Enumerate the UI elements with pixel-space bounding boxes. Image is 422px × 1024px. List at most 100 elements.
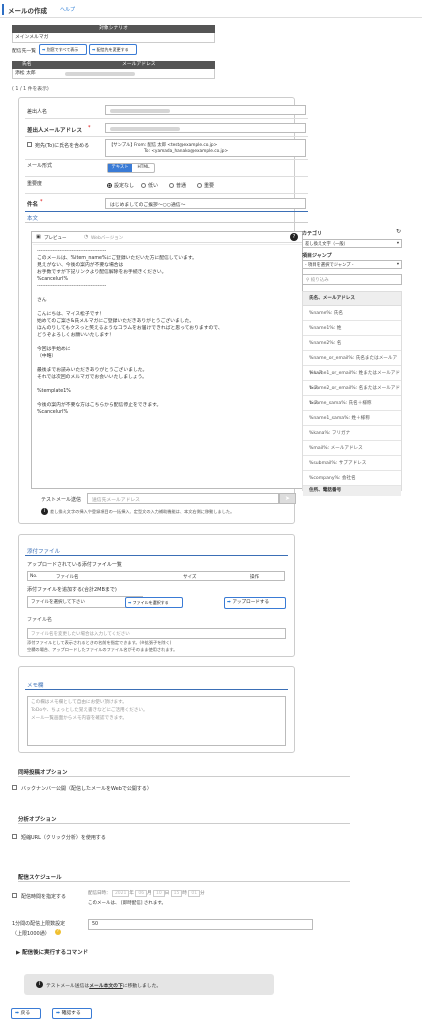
per-min-input[interactable]: 50 xyxy=(88,919,313,930)
format-text-option[interactable]: テキスト xyxy=(108,164,132,172)
sender-name-label: 差出人名 xyxy=(27,109,48,115)
test-notice-link[interactable]: メール本文の下 xyxy=(89,984,123,989)
body-line: 今回は手始めに xyxy=(37,347,71,352)
datetime-row: 配信日時： 2021 年 06 月 10 日 15 時 01 分 xyxy=(88,890,205,897)
test-send-input[interactable]: 送信先メールアドレス xyxy=(87,493,279,504)
memo-title: メモ欄 xyxy=(27,683,44,689)
confirm-button[interactable]: ➡ 確認する xyxy=(52,1008,92,1019)
insert-list: 氏名、メールアドレス %name%: 氏名 %name1%: 姓 %name2%: … xyxy=(302,291,402,496)
body-line: 最後までお読みいただきありがとうございました。 xyxy=(37,368,148,373)
analysis-title: 分析オプション xyxy=(18,817,57,823)
format-toggle: テキスト HTML xyxy=(107,163,155,173)
after-command-toggle[interactable]: ▶ 配信後に実行するコマンド xyxy=(16,948,88,956)
header-accent-bar xyxy=(2,4,4,15)
body-line: さん xyxy=(37,298,47,303)
hour-select[interactable]: 15 xyxy=(170,890,183,897)
insert-item[interactable]: %name1_sama%: 姓＋様称 xyxy=(303,411,401,426)
per-min-label: 1分間の配信上限数設定 xyxy=(12,921,66,927)
help-icon[interactable]: ? xyxy=(290,233,298,241)
chevron-down-icon: ▾ xyxy=(396,262,399,267)
test-notice-suffix: に移動しました。 xyxy=(122,984,162,989)
upload-button[interactable]: ➡ アップロードする xyxy=(224,597,286,609)
subject-input[interactable]: はじめましてのご挨拶～○○通信～ xyxy=(105,198,306,209)
arrow-right-icon: ➡ xyxy=(42,47,46,52)
sender-name-input[interactable] xyxy=(105,105,306,115)
body-line: このメールは、%item_name%にご登録いただいた方に配信しています。 xyxy=(37,256,197,261)
choose-file-button[interactable]: ➡ ファイルを選択する xyxy=(125,597,183,608)
per-min-sub: （上限1000通） xyxy=(12,931,50,937)
col-file: ファイル名 xyxy=(56,575,79,580)
importance-none-radio[interactable] xyxy=(107,183,112,188)
to-name-checkbox[interactable] xyxy=(27,142,32,147)
insert-item[interactable]: %kana%: フリガナ xyxy=(303,426,401,441)
send-icon[interactable]: ➤ xyxy=(279,493,296,504)
col-no: No. xyxy=(30,574,38,579)
category-select[interactable]: 差し換え文字（一般） ▾ xyxy=(302,239,402,248)
minute-select[interactable]: 01 xyxy=(188,890,201,897)
jump-select[interactable]: - 項目を選択でジャンプ - ▾ xyxy=(302,260,402,269)
category-value: 差し換え文字（一般） xyxy=(305,242,348,247)
insert-item[interactable]: %company%: 会社名 xyxy=(303,471,401,486)
subject-label: 件名 xyxy=(27,202,39,208)
help-icon[interactable]: ? xyxy=(55,929,61,935)
fname-input[interactable]: ファイル名を変更したい場合は入力してください xyxy=(27,628,286,639)
show-all-label: 別窓ですべて表示 xyxy=(46,47,79,52)
format-label: メール形式 xyxy=(27,163,53,169)
col-email: メールアドレス xyxy=(122,62,156,67)
specify-time-checkbox[interactable] xyxy=(12,893,17,898)
change-recipients-button[interactable]: ➡ 配信先を変更する xyxy=(89,44,137,55)
fname-note-1: 添付ファイルとして表示されるときの名前を指定できます。(※拡張子を除く) xyxy=(27,640,172,645)
body-textarea[interactable]: ----------------------------------------… xyxy=(33,244,303,488)
insert-item[interactable]: %name1%: 姓 xyxy=(303,321,401,336)
test-notice-text: テストメール送信はメール本文の下に移動しました。 xyxy=(46,982,161,989)
memo-textarea[interactable]: この欄はメモ欄として自由にお使い頂けます。 ToDoや、ちょっとした覚え書きなど… xyxy=(27,696,286,746)
insert-item[interactable]: %name_sama%: 氏名＋様称 xyxy=(303,396,401,411)
sender-email-input[interactable] xyxy=(105,123,306,133)
sender-email-value xyxy=(110,127,180,131)
preview-button[interactable]: プレビュー xyxy=(44,235,67,241)
help-link[interactable]: ヘルプ xyxy=(60,6,75,13)
insert-items: %name%: 氏名 %name1%: 姓 %name2%: 名 %name_or_e… xyxy=(303,306,401,486)
sample-preview: 【サンプル】 From: 配信 太郎 <test@example.co.jp> … xyxy=(105,139,306,157)
insert-item[interactable]: %submail%: サブアドレス xyxy=(303,456,401,471)
memo-placeholder-2: ToDoや、ちょっとした覚え書きなどにご活用ください。 xyxy=(31,708,148,713)
attach-title: 添付ファイル xyxy=(27,549,61,555)
insert-item[interactable]: %mail%: メールアドレス xyxy=(303,441,401,456)
month-select[interactable]: 06 xyxy=(135,890,148,897)
refresh-icon[interactable]: ↻ xyxy=(396,228,401,235)
back-button[interactable]: ➡ 戻る xyxy=(11,1008,41,1019)
specify-time-label: 配信時間を指定する xyxy=(21,894,67,900)
body-line: %template1% xyxy=(37,389,71,394)
filter-input[interactable]: ⚲ 絞り込み xyxy=(302,274,402,285)
importance-high-radio[interactable] xyxy=(197,183,202,188)
web-version-button[interactable]: Webバージョン xyxy=(91,235,123,241)
triangle-right-icon: ▶ xyxy=(16,950,21,956)
body-line: %cancelurl% xyxy=(37,277,68,282)
show-all-button[interactable]: ➡ 別窓ですべて表示 xyxy=(39,44,87,55)
filter-placeholder: 絞り込み xyxy=(310,278,329,283)
search-icon: ⚲ xyxy=(306,278,310,283)
importance-high-label: 重要 xyxy=(204,183,215,189)
schedule-note: このメールは、 [即時配信] されます。 xyxy=(88,900,166,906)
body-line: 今後の案内が不要な方はこちらから配信停止をできます。 xyxy=(37,403,162,408)
body-line xyxy=(37,360,299,367)
test-notice: i テストメール送信はメール本文の下に移動しました。 xyxy=(24,974,274,995)
backnumber-checkbox[interactable] xyxy=(12,785,17,790)
insert-item[interactable]: %name_or_email%: 氏名またはメールアドレス xyxy=(303,351,401,376)
change-recipients-label: 配信先を変更する xyxy=(96,47,129,52)
confirm-label: 確認する xyxy=(61,1011,81,1016)
importance-low-radio[interactable] xyxy=(141,183,146,188)
format-html-option[interactable]: HTML xyxy=(133,164,154,172)
importance-low-label: 低い xyxy=(148,183,159,189)
importance-normal-radio[interactable] xyxy=(169,183,174,188)
insert-item[interactable]: %name2%: 名 xyxy=(303,336,401,351)
insert-item[interactable]: %name2_or_email%: 名またはメールアドレス xyxy=(303,381,401,406)
year-select[interactable]: 2021 xyxy=(111,890,130,897)
short-url-checkbox[interactable] xyxy=(12,834,17,839)
col-op: 操作 xyxy=(250,575,259,580)
day-unit: 日 xyxy=(164,891,170,896)
insert-item[interactable]: %name1_or_email%: 姓またはメールアドレス xyxy=(303,366,401,391)
day-select[interactable]: 10 xyxy=(153,890,165,897)
preview-icon: ▣ xyxy=(36,234,41,240)
insert-item[interactable]: %name%: 氏名 xyxy=(303,306,401,321)
